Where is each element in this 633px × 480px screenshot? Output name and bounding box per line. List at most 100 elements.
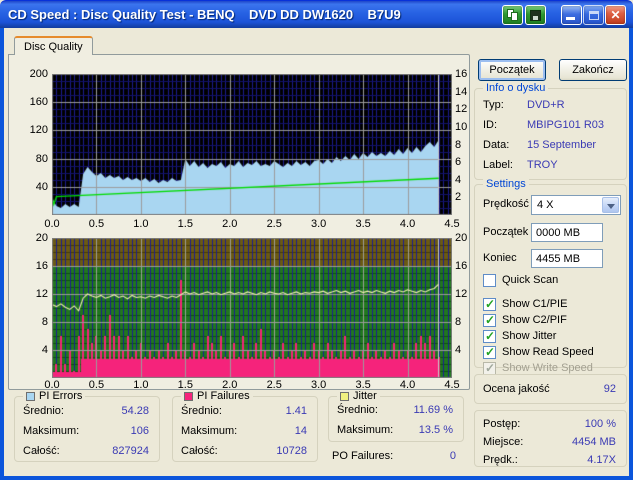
pi-failures-groupbox: PI Failures Średnio: 1.41 Maksimum: 14 C… (172, 390, 318, 462)
top-chart-x-tick: 4.0 (399, 218, 416, 230)
disc-info-groupbox: Info o dysku Typ: DVD+R ID: MBIPG101 R03… (474, 82, 627, 180)
checkbox-show-c2-pif[interactable]: Show C2/PIF (483, 313, 567, 327)
jitter-caption: Jitter (337, 390, 380, 402)
pi-failures-caption: PI Failures (181, 390, 253, 402)
pi-errors-total-row: Całość: 827924 (23, 445, 149, 459)
jitter-max-row: Maksimum: 13.5 % (337, 424, 453, 438)
pi-errors-groupbox: PI Errors Średnio: 54.28 Maksimum: 106 C… (14, 390, 160, 462)
maximize-icon (589, 11, 599, 20)
speed-value: 4 X (537, 199, 554, 211)
pi-failures-total-value: 10728 (276, 445, 307, 457)
quality-score-label: Ocena jakość (483, 383, 550, 395)
current-speed-value: 4.17X (587, 454, 616, 466)
bottom-chart-x-tick: 3.0 (311, 379, 327, 391)
jitter-avg-row: Średnio: 11.69 % (337, 404, 453, 418)
checkbox-show-jitter[interactable]: Show Jitter (483, 329, 556, 343)
pi-errors-total-label: Całość: (23, 445, 60, 457)
pi-failures-avg-value: 1.41 (285, 405, 307, 417)
jitter-groupbox: Jitter Średnio: 11.69 % Maksimum: 13.5 % (328, 390, 464, 442)
show-write-speed-checkbox-box (483, 361, 496, 375)
pi-failures-title: PI Failures (197, 390, 250, 402)
disc-info-title: Info o dysku (483, 82, 549, 94)
speed-select[interactable]: 4 X (531, 195, 621, 215)
disc-date-row: Data: 15 September (483, 139, 618, 153)
checkbox-show-read-speed[interactable]: Show Read Speed (483, 345, 594, 359)
pi-errors-max-value: 106 (130, 425, 149, 437)
show-write-speed-label: Show Write Speed (502, 362, 593, 374)
position-value: 4454 MB (571, 436, 616, 448)
jitter-avg-label: Średnio: (337, 404, 378, 416)
bottom-chart-left-tick: 4 (41, 344, 48, 356)
pi-failures-max-row: Maksimum: 14 (181, 425, 307, 439)
progress-box: Postęp: 100 % Miejsce: 4454 MB Prędk.: 4… (474, 410, 627, 467)
position-row: Miejsce: 4454 MB (483, 436, 616, 450)
bottom-chart-x-tick: 2.5 (266, 379, 282, 391)
start-button-label: Początek (489, 64, 535, 76)
quality-score-value: 92 (603, 383, 616, 395)
start-position-label: Początek (483, 226, 529, 238)
top-chart-left-tick: 120 (29, 124, 48, 137)
show-c1-pie-label: Show C1/PIE (502, 298, 568, 310)
title-bar: CD Speed : Disc Quality Test - BENQ DVD … (0, 0, 633, 28)
copy-button[interactable] (502, 5, 523, 25)
disc-id-row: ID: MBIPG101 R03 (483, 119, 618, 133)
top-chart-x-tick: 3.0 (311, 218, 327, 230)
po-failures-value: 0 (449, 450, 456, 462)
top-chart-x-tick: 2.5 (266, 218, 282, 230)
disc-label-value: TROY (527, 159, 558, 171)
position-label: Miejsce: (483, 436, 524, 448)
pi-errors-max-row: Maksimum: 106 (23, 425, 149, 439)
top-chart-x-tick: 1.5 (177, 218, 193, 230)
top-chart-x-tick: 0.5 (88, 218, 105, 230)
bottom-chart-x-tick: 4.0 (399, 379, 416, 391)
pi-errors-caption: PI Errors (23, 390, 86, 402)
end-position-input[interactable] (531, 249, 603, 268)
pi-failures-max-label: Maksimum: (181, 425, 238, 437)
window-border-right (629, 28, 633, 480)
top-chart-left-tick: 200 (29, 68, 48, 80)
progress-row: Postęp: 100 % (483, 418, 616, 432)
top-chart-x-tick: 3.5 (355, 218, 371, 230)
pi-errors-avg-label: Średnio: (23, 405, 64, 417)
jitter-title: Jitter (353, 390, 377, 402)
disc-id-value: MBIPG101 R03 (527, 119, 605, 131)
start-button[interactable]: Początek (478, 59, 546, 81)
stop-button[interactable]: Zakończ (559, 59, 627, 81)
pi-failures-jitter-chart (52, 238, 452, 378)
top-chart-x-tick: 1.0 (133, 218, 149, 230)
progress-value: 100 % (584, 418, 616, 430)
settings-groupbox: Settings Prędkość 4 X Początek Koniec Qu… (474, 178, 627, 375)
disc-date-label: Data: (483, 139, 510, 151)
disc-label-label: Label: (483, 159, 513, 171)
bottom-chart-left-tick: 12 (35, 288, 48, 300)
copy-icon (507, 9, 518, 21)
start-position-input[interactable] (531, 223, 603, 242)
minimize-icon (566, 17, 575, 20)
checkbox-show-write-speed: Show Write Speed (483, 361, 593, 375)
show-read-speed-checkbox-box (483, 345, 496, 359)
minimize-button[interactable] (561, 5, 582, 25)
checkbox-quick-scan[interactable]: Quick Scan (483, 273, 558, 287)
po-failures-label: PO Failures: (332, 450, 394, 462)
bottom-chart-x-tick: 1.0 (133, 379, 149, 391)
speed-row: Prędk.: 4.17X (483, 454, 616, 468)
chevron-down-icon[interactable] (602, 197, 619, 213)
close-button[interactable]: ✕ (605, 5, 626, 25)
bottom-chart-left-tick: 20 (35, 232, 48, 244)
maximize-button[interactable] (583, 5, 604, 25)
disc-type-label: Typ: (483, 99, 504, 111)
app-window: CD Speed : Disc Quality Test - BENQ DVD … (0, 0, 633, 480)
save-icon (530, 10, 541, 21)
checkbox-show-c1-pie[interactable]: Show C1/PIE (483, 297, 567, 311)
current-speed-label: Prędk.: (483, 454, 518, 466)
pi-errors-avg-value: 54.28 (121, 405, 149, 417)
end-position-label: Koniec (483, 252, 517, 264)
show-jitter-label: Show Jitter (502, 330, 557, 342)
tab-disc-quality[interactable]: Disc Quality (14, 36, 93, 55)
bottom-chart-left-tick: 16 (35, 260, 48, 272)
top-chart-left-tick: 160 (29, 96, 48, 109)
save-button[interactable] (525, 5, 546, 25)
quick-scan-label: Quick Scan (502, 274, 559, 286)
disc-type-row: Typ: DVD+R (483, 99, 618, 113)
pi-failures-legend-swatch (184, 391, 193, 401)
